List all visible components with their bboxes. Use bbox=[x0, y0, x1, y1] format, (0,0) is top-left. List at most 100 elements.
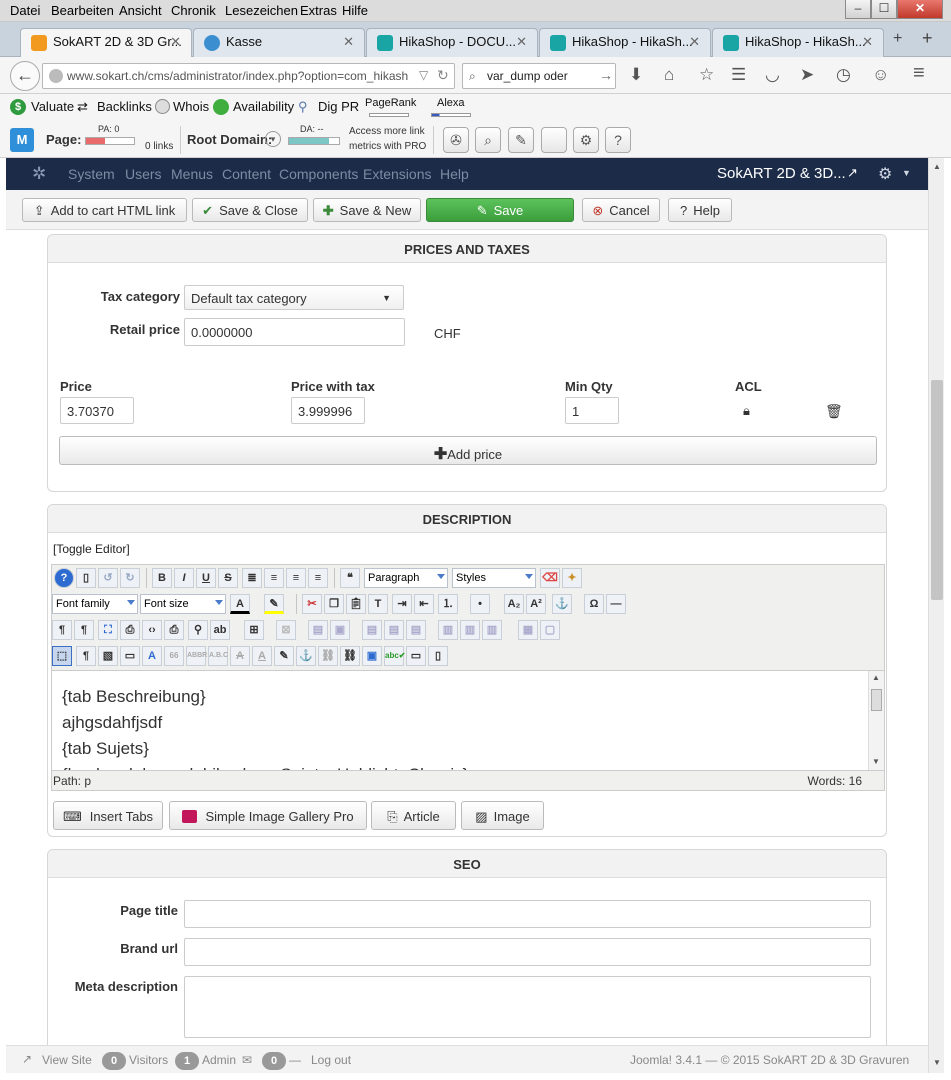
code-icon[interactable]: ‹› bbox=[142, 620, 162, 640]
menu-history[interactable]: Chronik bbox=[171, 3, 216, 18]
price-with-tax-input[interactable]: 3.999996 bbox=[291, 397, 365, 424]
lock-icon[interactable]: 🔒︎ bbox=[743, 403, 750, 419]
bookmark-digpr[interactable]: Dig PR bbox=[318, 99, 359, 114]
moz-logo-icon[interactable]: M bbox=[10, 128, 34, 152]
nav-users[interactable]: Users bbox=[125, 166, 162, 182]
access-text[interactable]: Access more link bbox=[349, 126, 425, 137]
scroll-down-icon[interactable]: ▼ bbox=[872, 757, 880, 766]
scroll-up-icon[interactable]: ▲ bbox=[872, 673, 880, 682]
pocket-icon[interactable]: ◡ bbox=[765, 65, 780, 85]
align-left-icon[interactable]: ≡ bbox=[286, 568, 306, 588]
bookmark-valuate[interactable]: Valuate bbox=[31, 99, 74, 114]
tab-kasse[interactable]: Kasse ✕ bbox=[193, 28, 365, 57]
close-tab-icon[interactable]: ✕ bbox=[343, 34, 354, 50]
help-button[interactable]: ? Help bbox=[668, 198, 732, 222]
replace-icon[interactable]: ab bbox=[210, 620, 230, 640]
tab-sokart[interactable]: SokART 2D & 3D Gr... ✕ bbox=[20, 28, 192, 57]
wrench-icon[interactable]: ✇ bbox=[443, 127, 469, 153]
send-icon[interactable]: ➤ bbox=[800, 65, 814, 85]
close-tab-icon[interactable]: ✕ bbox=[170, 34, 181, 50]
horizontal-rule-icon[interactable]: — bbox=[606, 594, 626, 614]
styles-select[interactable]: Styles bbox=[452, 568, 536, 588]
save-new-button[interactable]: ✚ Save & New bbox=[313, 198, 421, 222]
simple-image-gallery-pro-button[interactable]: Simple Image Gallery Pro bbox=[169, 801, 367, 830]
bookmark-backlinks[interactable]: Backlinks bbox=[97, 99, 152, 114]
history-icon[interactable]: ◷ bbox=[836, 65, 851, 85]
url-bar[interactable]: www.sokart.ch/cms/administrator/index.ph… bbox=[42, 63, 455, 89]
back-button[interactable]: ← bbox=[10, 61, 40, 91]
link-icon[interactable]: ⛓ bbox=[340, 646, 360, 666]
preview-icon[interactable]: ⎙ bbox=[120, 620, 140, 640]
superscript-icon[interactable]: A² bbox=[526, 594, 546, 614]
new-tab-plus-icon[interactable]: + bbox=[922, 28, 933, 49]
bookmark-availability[interactable]: Availability bbox=[233, 99, 294, 114]
question-icon[interactable]: ? bbox=[605, 127, 631, 153]
nav-content[interactable]: Content bbox=[222, 166, 271, 182]
cut-icon[interactable]: ✂ bbox=[302, 594, 322, 614]
menu-edit[interactable]: Bearbeiten bbox=[51, 3, 114, 18]
image-button[interactable]: ▨ Image bbox=[461, 801, 544, 830]
new-document-icon[interactable]: ▯ bbox=[76, 568, 96, 588]
del-icon[interactable]: A bbox=[230, 646, 250, 666]
tab-hikashop-1[interactable]: HikaShop - HikaSh... ✕ bbox=[539, 28, 711, 57]
bulleted-list-icon[interactable]: • bbox=[470, 594, 490, 614]
print-icon[interactable]: ⎙ bbox=[164, 620, 184, 640]
fullscreen-icon[interactable]: ⛶ bbox=[98, 620, 118, 640]
align-center-icon[interactable]: ≡ bbox=[264, 568, 284, 588]
menu-view[interactable]: Ansicht bbox=[119, 3, 162, 18]
cite-icon[interactable]: 66 bbox=[164, 646, 184, 666]
menu-help[interactable]: Hilfe bbox=[342, 3, 368, 18]
rtl-icon[interactable]: ¶ bbox=[74, 620, 94, 640]
text-color-icon[interactable]: A bbox=[230, 594, 250, 614]
save-close-button[interactable]: ✔ Save & Close bbox=[192, 198, 308, 222]
blockquote-icon[interactable]: ❝ bbox=[340, 568, 360, 588]
maximize-button[interactable]: ☐ bbox=[871, 0, 897, 19]
paste-icon[interactable]: 📋︎ bbox=[346, 594, 366, 614]
nav-components[interactable]: Components bbox=[279, 166, 358, 182]
anchor-icon[interactable]: ⚓ bbox=[296, 646, 316, 666]
template-icon[interactable]: ▭ bbox=[120, 646, 140, 666]
cleanup-broom-icon[interactable]: ✦ bbox=[562, 568, 582, 588]
nav-menus[interactable]: Menus bbox=[171, 166, 213, 182]
underline-icon[interactable]: U bbox=[196, 568, 216, 588]
indent-icon[interactable]: ⇥ bbox=[392, 594, 412, 614]
page-scrollbar[interactable]: ▲ ▼ bbox=[928, 158, 944, 1073]
nav-system[interactable]: System bbox=[68, 166, 115, 182]
caret-down-icon[interactable]: ▼ bbox=[902, 168, 911, 178]
split-cells-icon[interactable]: ▦ bbox=[518, 620, 538, 640]
chevron-down-icon[interactable]: ▾ bbox=[265, 131, 281, 147]
cancel-button[interactable]: ⊗ Cancel bbox=[582, 198, 660, 222]
insert-tabs-button[interactable]: ⌨ Insert Tabs bbox=[53, 801, 163, 830]
tax-category-select[interactable]: Default tax category ▼ bbox=[184, 285, 404, 310]
col-after-icon[interactable]: ▥ bbox=[460, 620, 480, 640]
dropdown-icon[interactable]: ▽ bbox=[419, 68, 428, 82]
logout-link[interactable]: Log out bbox=[311, 1053, 351, 1067]
magnifier-icon[interactable]: ⌕ bbox=[475, 127, 501, 153]
price-input[interactable]: 3.70370 bbox=[60, 397, 134, 424]
close-tab-icon[interactable]: ✕ bbox=[689, 34, 700, 50]
anchor-disabled-icon[interactable]: ⚓ bbox=[552, 594, 572, 614]
find-icon[interactable]: ⚲ bbox=[188, 620, 208, 640]
special-character-icon[interactable]: Ω bbox=[584, 594, 604, 614]
acronym-icon[interactable]: A.B.C bbox=[208, 646, 228, 666]
nav-help[interactable]: Help bbox=[440, 166, 469, 182]
media-icon[interactable]: ▭ bbox=[406, 646, 426, 666]
visual-aid-icon[interactable]: ⬚ bbox=[52, 646, 72, 666]
pagebreak-icon[interactable]: ▯ bbox=[428, 646, 448, 666]
menu-tools[interactable]: Extras bbox=[300, 3, 337, 18]
font-family-select[interactable]: Font family bbox=[52, 594, 138, 614]
table-cell-icon[interactable]: ▣ bbox=[330, 620, 350, 640]
save-button[interactable]: ✎ Save bbox=[426, 198, 574, 222]
font-size-select[interactable]: Font size bbox=[140, 594, 226, 614]
menu-file[interactable]: Datei bbox=[10, 3, 40, 18]
add-price-button[interactable]: ✚Add price bbox=[59, 436, 877, 465]
subscript-icon[interactable]: A₂ bbox=[504, 594, 524, 614]
nav-extensions[interactable]: Extensions bbox=[363, 166, 431, 182]
scroll-down-icon[interactable]: ▼ bbox=[933, 1058, 941, 1067]
home-icon[interactable]: ⌂ bbox=[664, 65, 674, 85]
bold-icon[interactable]: B bbox=[152, 568, 172, 588]
paragraph-format-select[interactable]: Paragraph bbox=[364, 568, 448, 588]
reading-list-icon[interactable]: ☰ bbox=[731, 65, 746, 85]
editor-content[interactable]: {tab Beschreibung} ajhgsdahfjsdf {tab Su… bbox=[51, 671, 885, 771]
menu-bookmarks[interactable]: Lesezeichen bbox=[225, 3, 298, 18]
